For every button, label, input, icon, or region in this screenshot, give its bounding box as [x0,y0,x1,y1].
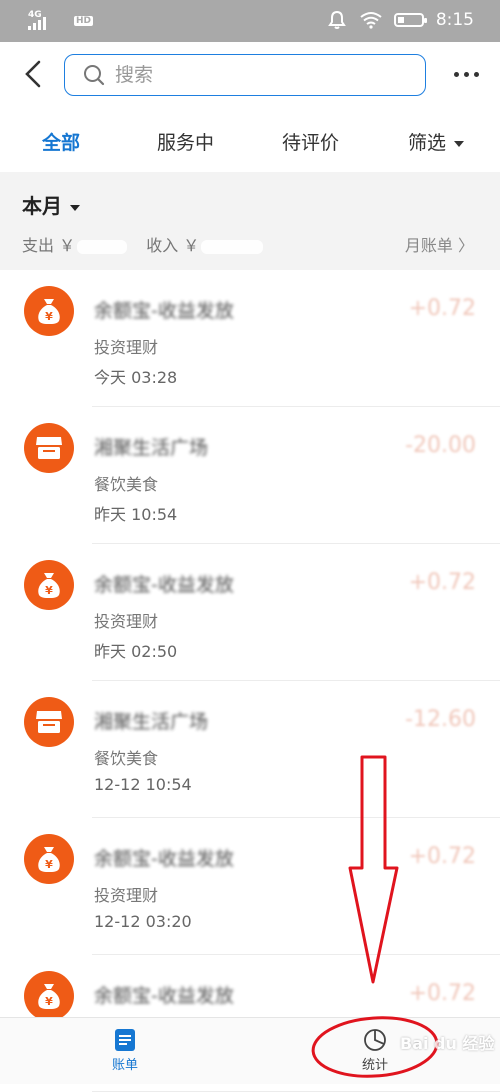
list-item[interactable]: ¥ 余额宝-收益发放 投资理财昨天 02:50 +0.72 [0,544,500,681]
money-bag-icon: ¥ [24,286,74,336]
search-header [0,42,500,112]
transaction-title: 余额宝-收益发放 [94,574,234,596]
svg-text:¥: ¥ [45,310,53,323]
month-summary: 本月 支出 ￥ 收入 ￥ 月账单 〉 [0,172,500,270]
mute-bell-icon [327,10,346,29]
transaction-title: 湘聚生活广场 [94,437,209,459]
transaction-title: 余额宝-收益发放 [94,848,234,870]
battery-icon [393,13,427,27]
list-item[interactable]: ¥ 余额宝-收益发放 投资理财今天 03:28 +0.72 [0,270,500,407]
status-bar: 4G HD 8:15 [0,0,500,42]
nav-bill[interactable]: 账单 [95,1028,155,1073]
month-selector[interactable]: 本月 [22,190,80,219]
tab-in-service[interactable]: 服务中 [157,128,214,155]
transaction-time: 12-12 03:20 [94,912,192,931]
filter-tabs: 全部 服务中 待评价 筛选 [0,112,500,170]
transaction-time: 昨天 02:50 [94,642,178,661]
monthly-bill-link[interactable]: 月账单 〉 [405,232,474,256]
more-options-icon[interactable] [454,72,479,77]
month-totals: 支出 ￥ 收入 ￥ [22,232,277,256]
money-bag-icon: ¥ [24,834,74,884]
tab-all[interactable]: 全部 [42,128,80,155]
clock: 8:15 [435,10,474,30]
back-arrow-icon[interactable] [22,60,44,88]
svg-text:¥: ¥ [45,995,53,1008]
transaction-amount: +0.72 [408,570,476,595]
transaction-time: 今天 03:28 [94,368,178,387]
transaction-category: 餐饮美食 [94,475,159,494]
tab-filter[interactable]: 筛选 [408,128,465,155]
tab-filter-label: 筛选 [408,132,447,154]
transaction-list: ¥ 余额宝-收益发放 投资理财 今天 03:28 +0.72 湘聚生活广场 餐饮美食 昨天 1… [0,270,500,1092]
transaction-category: 投资理财 [94,338,159,357]
svg-text:¥: ¥ [45,584,53,597]
search-icon [84,65,105,86]
chevron-down-icon [454,140,465,147]
transaction-category: 投资理财 [94,612,159,631]
transaction-amount: +0.72 [408,296,476,321]
wifi-icon [360,12,382,29]
income-amount-redacted [201,239,264,254]
month-label: 本月 [22,194,62,218]
svg-text:¥: ¥ [45,858,53,871]
chevron-down-icon [70,204,80,211]
nav-bill-label: 账单 [111,1058,138,1073]
signal-indicator: 4G HD [28,10,94,30]
pie-chart-icon [364,1029,386,1051]
bill-icon [115,1029,135,1051]
search-input[interactable] [113,63,397,87]
tab-pending-review[interactable]: 待评价 [282,128,339,155]
hd-badge: HD [74,16,94,26]
money-bag-icon: ¥ [24,971,74,1021]
watermark: Bai du 经验 [400,1034,495,1053]
transaction-time: 12-12 10:54 [94,775,192,794]
expense-label: 支出 ￥ [22,236,76,255]
money-bag-icon: ¥ [24,560,74,610]
transaction-title: 余额宝-收益发放 [94,985,234,1007]
search-bar[interactable] [64,54,426,96]
list-item[interactable]: 湘聚生活广场 餐饮美食昨天 10:54 -20.00 [0,407,500,544]
transaction-amount: +0.72 [408,844,476,869]
transaction-category: 餐饮美食 [94,749,159,768]
list-item[interactable]: ¥ 余额宝-收益发放 投资理财 12-12 03:20 +0.72 [0,818,500,955]
list-item[interactable]: 湘聚生活广场 餐饮美食 12-12 10:54 -12.60 [0,681,500,818]
transaction-amount: -12.60 [405,707,476,732]
transaction-amount: +0.72 [408,981,476,1006]
nav-statistics-label: 统计 [361,1058,388,1073]
transaction-title: 湘聚生活广场 [94,711,209,733]
storefront-icon [24,423,74,473]
nav-statistics[interactable]: 统计 [345,1028,405,1073]
transaction-category: 投资理财 [94,886,159,905]
transaction-amount: -20.00 [405,433,476,458]
network-type: 4G [28,10,42,20]
income-label: 收入 ￥ [146,236,200,255]
storefront-icon [24,697,74,747]
transaction-title: 余额宝-收益发放 [94,300,234,322]
transaction-time: 昨天 10:54 [94,505,178,524]
expense-amount-redacted [77,239,128,254]
